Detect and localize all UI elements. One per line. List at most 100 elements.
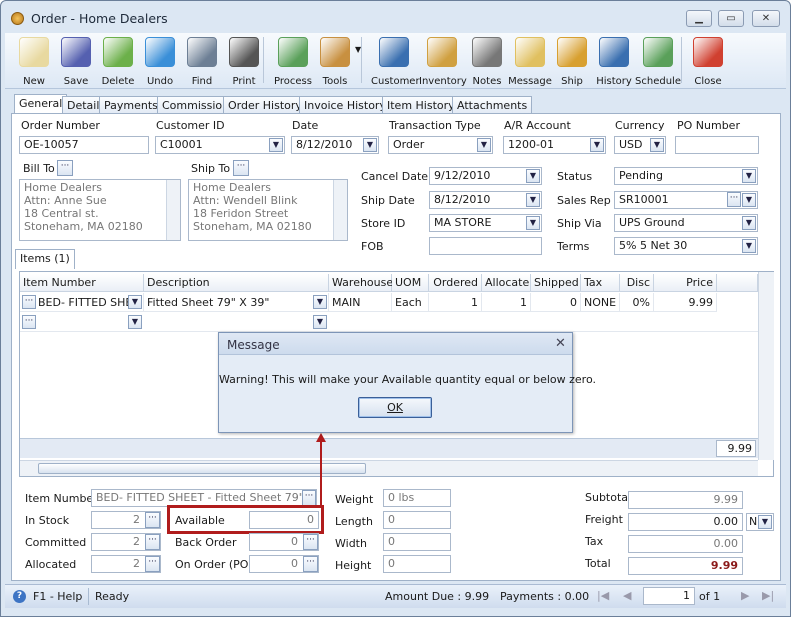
bill-to-lookup-button[interactable]: ··· [57,160,73,176]
toolbar-ship-button[interactable]: Ship [549,35,595,87]
maximize-button[interactable]: ▭ [718,10,744,27]
chevron-down-icon[interactable]: ▼ [590,138,604,152]
chevron-down-icon[interactable]: ▼ [526,216,540,230]
status-select[interactable]: Pending ▼ [614,167,758,185]
chevron-down-icon[interactable]: ▼ [742,216,756,230]
toolbar-message-button[interactable]: Message [507,35,553,87]
bill-to-address[interactable]: Home Dealers Attn: Anne Sue 18 Central st.… [19,179,181,241]
help-icon[interactable]: ? [13,590,26,603]
on-order-lookup-button[interactable]: ··· [303,556,318,572]
column-header[interactable]: Ordered [429,274,482,292]
last-record-icon[interactable]: ▶| [762,589,774,602]
column-header[interactable]: UOM [392,274,429,292]
terms-select[interactable]: 5% 5 Net 30 ▼ [614,237,758,255]
first-record-icon[interactable]: |◀ [597,589,609,602]
item-lookup-button[interactable]: ··· [22,295,36,309]
column-header[interactable]: Allocate [482,274,531,292]
close-window-button[interactable]: ✕ [752,10,780,27]
tools-dropdown-icon[interactable]: ▼ [355,45,361,54]
next-record-icon[interactable]: ▶ [741,589,749,602]
tab-items[interactable]: Items (1) [15,249,75,269]
grid-cell[interactable]: 1 [482,293,531,312]
sales-rep-select[interactable]: SR10001 ··· ▼ [614,191,758,209]
toolbar-undo-button[interactable]: Undo [137,35,183,87]
column-header[interactable]: Warehouse [329,274,393,292]
grid-cell[interactable]: MAIN [329,293,392,312]
minimize-button[interactable]: ▁ [686,10,712,27]
toolbar-tools-button[interactable]: Tools [312,35,358,87]
chevron-down-icon[interactable]: ▼ [526,193,540,207]
toolbar-inventory-button[interactable]: Inventory [419,35,467,87]
horizontal-scrollbar[interactable] [20,460,758,476]
currency-select[interactable]: USD ▼ [614,136,666,154]
chevron-down-icon[interactable]: ▼ [313,295,327,309]
grid-cell[interactable]: 0% [620,293,654,312]
chevron-down-icon[interactable]: ▼ [758,515,772,529]
vertical-scrollbar[interactable] [758,272,774,460]
tab-payments[interactable]: Payments [99,96,163,114]
column-header[interactable]: Item Number [20,274,144,292]
tab-order-history[interactable]: Order History [223,96,307,114]
ship-date-picker[interactable]: 8/12/2010 ▼ [429,191,542,209]
column-header[interactable]: Description [144,274,329,292]
ship-to-lookup-button[interactable]: ··· [233,160,249,176]
in-stock-lookup-button[interactable]: ··· [145,512,160,528]
scrollbar[interactable] [166,180,180,240]
grid-cell[interactable]: BED- FITTED SHEE [20,293,144,312]
item-lookup-button[interactable]: ··· [302,490,316,506]
toolbar-process-button[interactable]: Process [270,35,316,87]
chevron-down-icon[interactable]: ▼ [128,295,142,309]
help-label[interactable]: F1 - Help [33,590,82,603]
ok-button[interactable]: OK [358,397,432,418]
chevron-down-icon[interactable]: ▼ [650,138,664,152]
freight-input[interactable]: 0.00 [628,513,743,531]
toolbar-save-button[interactable]: Save [53,35,99,87]
back-order-lookup-button[interactable]: ··· [303,534,318,550]
record-number-input[interactable]: 1 [643,587,695,605]
toolbar-schedule-button[interactable]: Schedule [635,35,681,87]
chevron-down-icon[interactable]: ▼ [269,138,283,152]
sales-rep-lookup-button[interactable]: ··· [727,192,741,207]
scrollbar[interactable] [333,180,347,240]
toolbar-print-button[interactable]: Print [221,35,267,87]
ar-account-select[interactable]: 1200-01 ▼ [503,136,606,154]
toolbar-new-button[interactable]: New [11,35,57,87]
customer-id-select[interactable]: C10001 ▼ [155,136,285,154]
toolbar-history-button[interactable]: History [591,35,637,87]
column-header[interactable]: Tax [581,274,620,292]
grid-cell[interactable]: 9.99 [654,293,717,312]
scrollbar-thumb[interactable] [38,463,366,474]
previous-record-icon[interactable]: ◀ [623,589,631,602]
grid-cell[interactable]: Each [392,293,429,312]
chevron-down-icon[interactable]: ▼ [742,169,756,183]
empty-row[interactable] [20,313,758,332]
toolbar-customer-button[interactable]: Customer [371,35,420,87]
toolbar-close-button[interactable]: Close [685,35,731,87]
po-number-input[interactable] [675,136,759,154]
dialog-close-icon[interactable]: ✕ [555,336,566,351]
allocated-lookup-button[interactable]: ··· [145,556,160,572]
chevron-down-icon[interactable]: ▼ [742,193,756,207]
grid-cell[interactable]: 0 [531,293,581,312]
toolbar-notes-button[interactable]: Notes [464,35,510,87]
freight-option-select[interactable]: N ▼ [746,513,774,531]
fob-input[interactable] [429,237,542,255]
grid-cell[interactable]: NONE [581,293,620,312]
column-header[interactable]: Price [654,274,717,292]
transaction-type-select[interactable]: Order ▼ [388,136,493,154]
toolbar-delete-button[interactable]: Delete [95,35,141,87]
chevron-down-icon[interactable]: ▼ [742,239,756,253]
tab-invoice-history[interactable]: Invoice History [299,96,391,114]
toolbar-find-button[interactable]: Find [179,35,225,87]
grid-cell[interactable]: Fitted Sheet 79" X 39" [144,293,329,312]
chevron-down-icon[interactable]: ▼ [526,169,540,183]
grid-cell[interactable]: 1 [429,293,482,312]
store-id-select[interactable]: MA STORE ▼ [429,214,542,232]
cancel-date-picker[interactable]: 9/12/2010 ▼ [429,167,542,185]
chevron-down-icon[interactable]: ▼ [477,138,491,152]
date-picker[interactable]: 8/12/2010 ▼ [291,136,379,154]
chevron-down-icon[interactable]: ▼ [363,138,377,152]
ship-to-address[interactable]: Home Dealers Attn: Wendell Blink 18 Ferido… [188,179,348,241]
tab-attachments[interactable]: Attachments [452,96,533,114]
column-header[interactable]: Disc [620,274,654,292]
